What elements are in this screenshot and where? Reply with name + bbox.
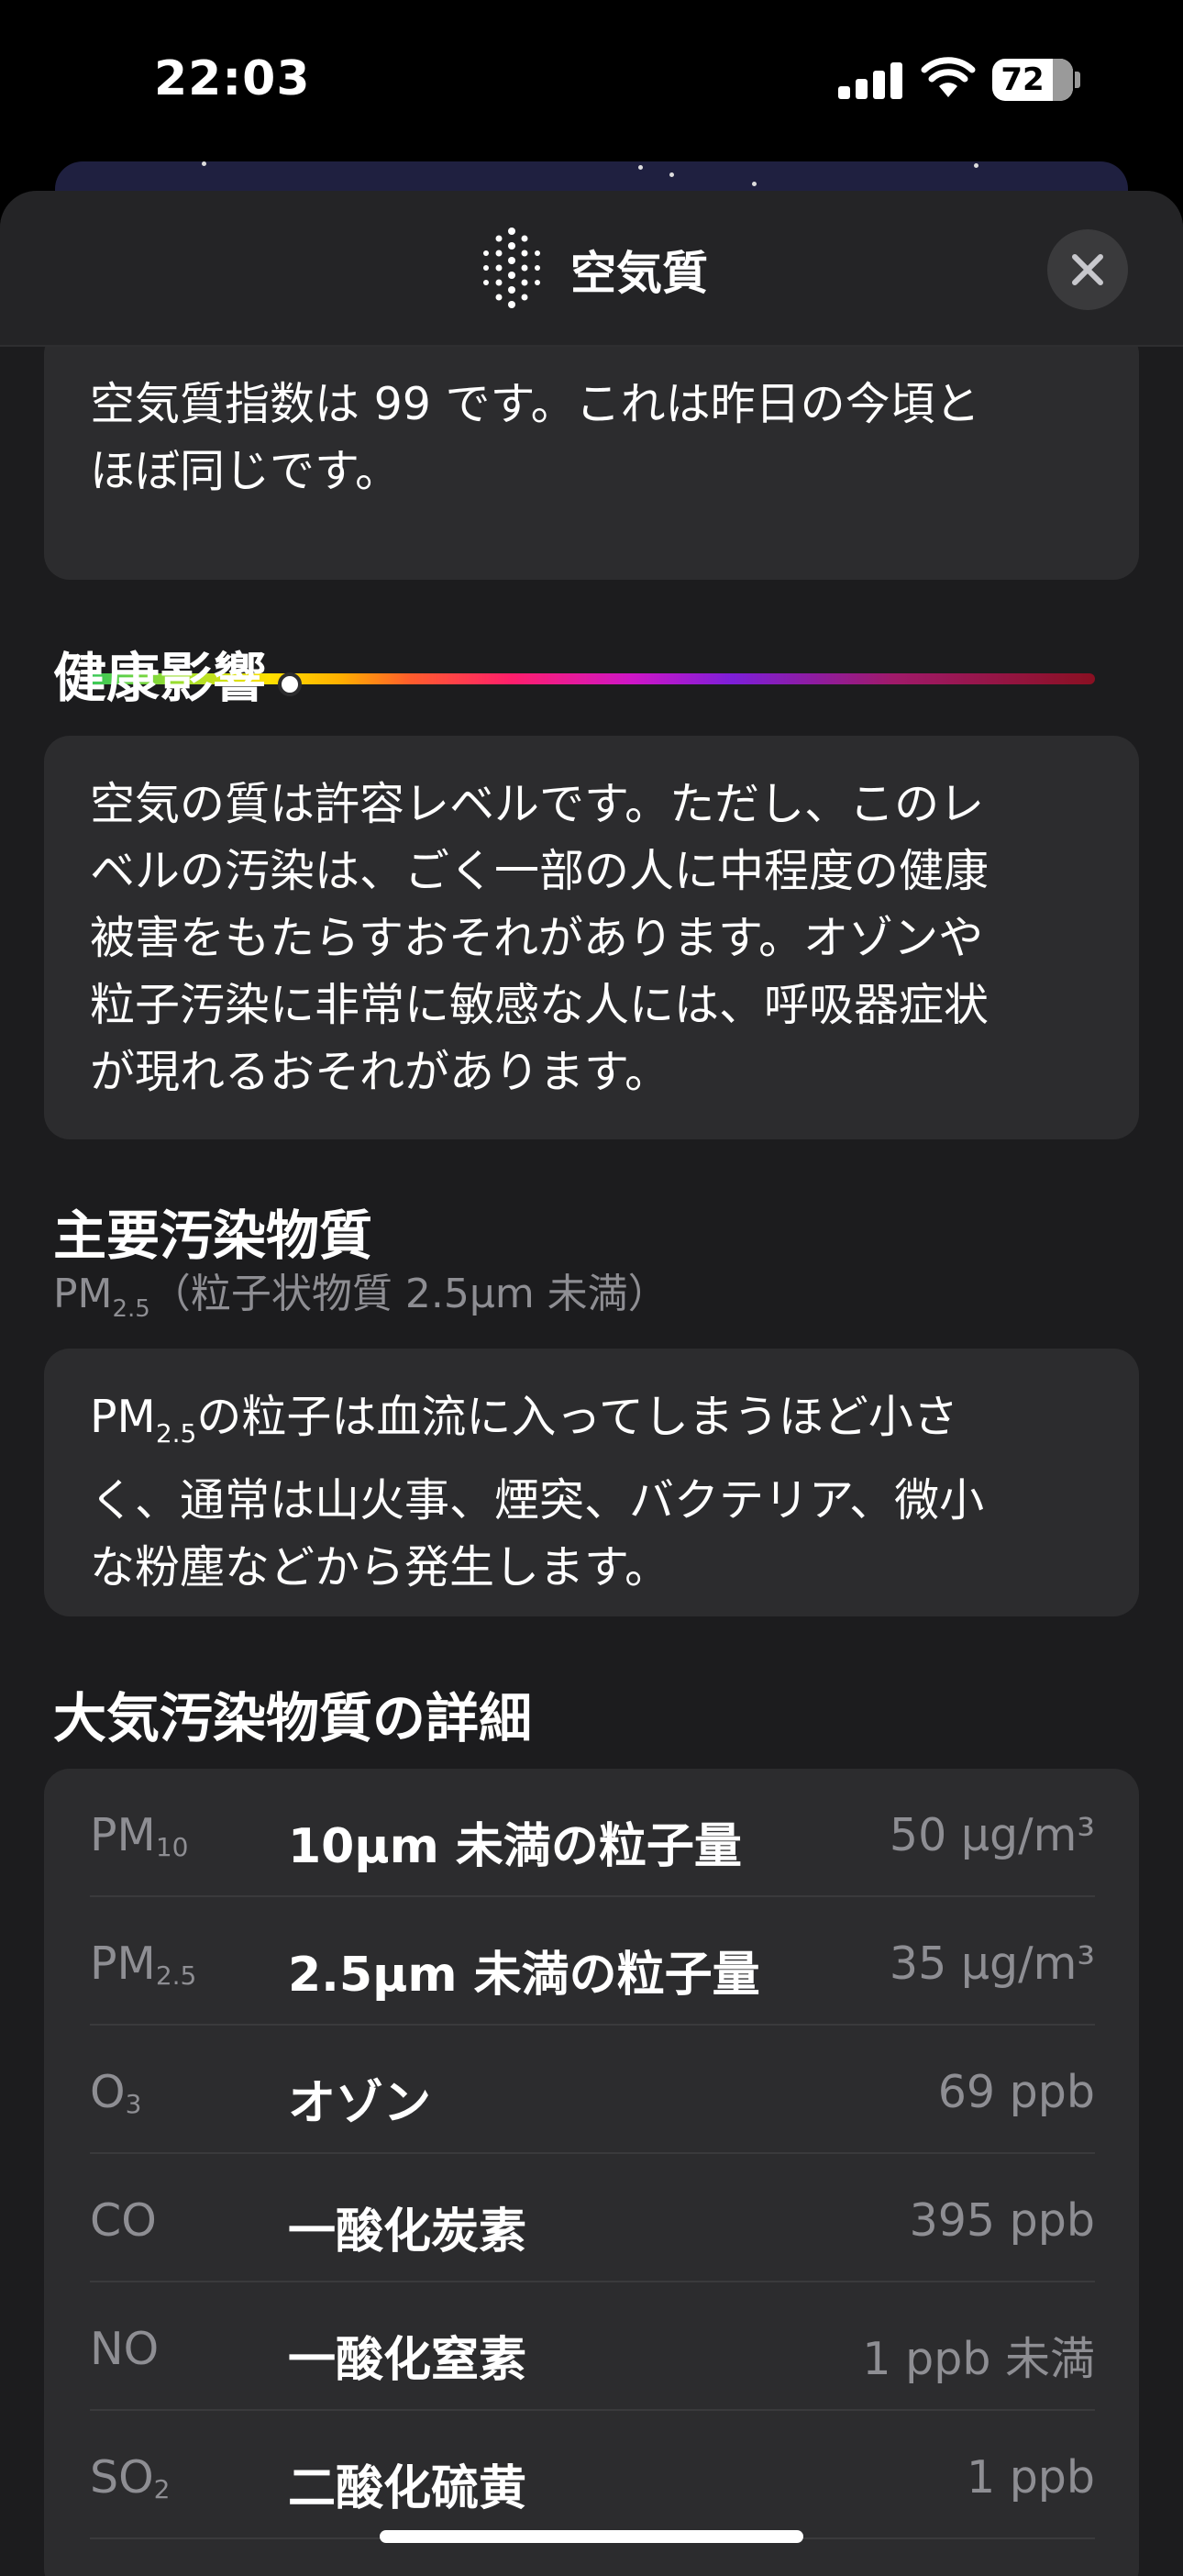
home-indicator[interactable] <box>380 2530 803 2543</box>
pollutant-value: 1 ppb <box>966 2451 1095 2504</box>
status-bar: 22:03 72 <box>0 0 1183 165</box>
pollutant-symbol: O3 <box>90 2066 141 2119</box>
pollutant-name: 2.5µm 未満の粒子量 <box>288 1948 760 2003</box>
close-button[interactable] <box>1047 229 1128 310</box>
pollutant-symbol-sub: 2.5 <box>155 1960 197 1991</box>
pollutant-name: 一酸化炭素 <box>288 2204 527 2260</box>
health-impact-title: 健康影響 <box>53 647 267 709</box>
pollutant-symbol: NO <box>90 2323 159 2375</box>
wifi-icon <box>921 57 976 97</box>
subtitle-rest: （粒子状物質 2.5µm 未満） <box>149 1271 669 1317</box>
pollutant-symbol: CO <box>90 2194 157 2247</box>
pollutant-value: 35 µg/m³ <box>889 1938 1095 1990</box>
primary-pollutant-card: PM2.5の粒子は血流に入ってしまうほど小さ く、通常は山火事、煙突、バクテリア… <box>44 1349 1139 1616</box>
aqi-current-marker <box>277 672 302 696</box>
pollutant-symbol-sub: 2 <box>153 2474 171 2504</box>
pollutant-row: O3 オゾン 69 ppb <box>44 2026 1139 2154</box>
primary-desc-line2: く、通常は山火事、煙突、バクテリア、微小 <box>90 1473 985 1527</box>
aqi-summary-text: 空気質指数は 99 です。これは昨日の今頃と ほぼ同じです。 <box>90 371 1093 505</box>
pollutant-symbol-main: SO <box>90 2451 154 2504</box>
pollutant-value: 69 ppb <box>937 2066 1095 2118</box>
health-impact-text: 空気の質は許容レベルです。ただし、このレ ベルの汚染は、ごく一部の人に中程度の健康… <box>90 771 1093 1105</box>
aqi-summary-card: 空気質指数は 99 です。これは昨日の今頃と ほぼ同じです。 <box>44 328 1139 696</box>
sheet-header: 空気質 <box>0 191 1183 347</box>
pollutant-row: PM2.5 2.5µm 未満の粒子量 35 µg/m³ <box>44 1897 1139 2026</box>
close-icon <box>1072 254 1103 285</box>
pollutant-value: 1 ppb 未満 <box>862 2333 1095 2385</box>
pollutant-row: NO 一酸化窒素 1 ppb 未満 <box>44 2282 1139 2411</box>
desc-symbol-sub: 2.5 <box>155 1417 197 1449</box>
health-impact-card: 空気の質は許容レベルです。ただし、このレ ベルの汚染は、ごく一部の人に中程度の健康… <box>44 736 1139 1139</box>
pollutant-row: SO2 二酸化硫黄 1 ppb <box>44 2411 1139 2539</box>
pollutant-row: PM10 10µm 未満の粒子量 50 µg/m³ <box>44 1769 1139 1897</box>
pollutant-value: 50 µg/m³ <box>889 1809 1095 1861</box>
pollutant-symbol: PM10 <box>90 1809 188 1862</box>
pollutant-name: 一酸化窒素 <box>288 2333 527 2388</box>
battery-level: 72 <box>1001 61 1045 98</box>
primary-desc-line1: PM2.5の粒子は血流に入ってしまうほど小さ <box>90 1383 1093 1467</box>
pollutant-symbol-main: CO <box>90 2194 157 2247</box>
desc-symbol: PM <box>90 1391 156 1443</box>
primary-pollutant-text: PM2.5の粒子は血流に入ってしまうほど小さ く、通常は山火事、煙突、バクテリア… <box>90 1383 1093 1601</box>
battery-cap <box>1075 72 1080 88</box>
pollutant-symbol-main: NO <box>90 2323 160 2375</box>
battery-icon: 72 <box>992 59 1073 101</box>
pollutant-row: CO 一酸化炭素 395 ppb <box>44 2154 1139 2282</box>
health-impact-line: が現れるおそれがあります。 <box>90 1046 670 1098</box>
pollutant-symbol-sub: 10 <box>155 1832 189 1862</box>
pollutant-name: 10µm 未満の粒子量 <box>288 1819 742 1874</box>
cellular-signal-icon <box>838 61 902 99</box>
aqi-summary-line1: 空気質指数は 99 です。これは昨日の今頃と <box>90 378 980 430</box>
sheet-title: 空気質 <box>570 247 708 300</box>
primary-pollutant-subtitle: PM2.5（粒子状物質 2.5µm 未満） <box>53 1260 669 1323</box>
pollutant-symbol: SO2 <box>90 2451 171 2504</box>
pollutant-symbol-main: PM <box>90 1809 156 1861</box>
subtitle-symbol: PM <box>53 1271 113 1317</box>
health-impact-line: 粒子汚染に非常に敏感な人には、呼吸器症状 <box>90 979 990 1031</box>
health-impact-line: ベルの汚染は、ごく一部の人に中程度の健康 <box>90 845 990 897</box>
pollutant-symbol-sub: 3 <box>125 2089 142 2119</box>
air-quality-dots-icon <box>483 228 540 308</box>
pollutant-symbol-main: PM <box>90 1938 156 1990</box>
status-time: 22:03 <box>154 51 311 106</box>
health-impact-line: 空気の質は許容レベルです。ただし、このレ <box>90 778 985 830</box>
health-impact-line: 被害をもたらすおそれがあります。オゾンや <box>90 912 984 964</box>
pollutant-details-title: 大気汚染物質の詳細 <box>53 1687 533 1749</box>
pollutant-details-card: PM10 10µm 未満の粒子量 50 µg/m³ PM2.5 2.5µm 未満の粒子量… <box>44 1769 1139 2576</box>
pollutant-value: 395 ppb <box>909 2194 1095 2247</box>
primary-desc-line3: な粉塵などから発生します。 <box>90 1540 670 1593</box>
subtitle-symbol-sub: 2.5 <box>112 1294 150 1323</box>
pollutant-symbol-main: O <box>90 2066 126 2118</box>
pollutant-name: オゾン <box>288 2076 432 2131</box>
desc-line1-rest: の粒子は血流に入ってしまうほど小さ <box>196 1391 958 1443</box>
air-quality-sheet: 空気質 空気質指数は 99 です。これは昨日の今頃と ほぼ同じです。 健康影響 … <box>0 191 1183 2576</box>
aqi-summary-line2: ほぼ同じです。 <box>90 445 401 497</box>
primary-pollutant-title: 主要汚染物質 <box>53 1205 373 1267</box>
pollutant-symbol: PM2.5 <box>90 1938 196 1991</box>
pollutant-name: 二酸化硫黄 <box>288 2461 527 2516</box>
